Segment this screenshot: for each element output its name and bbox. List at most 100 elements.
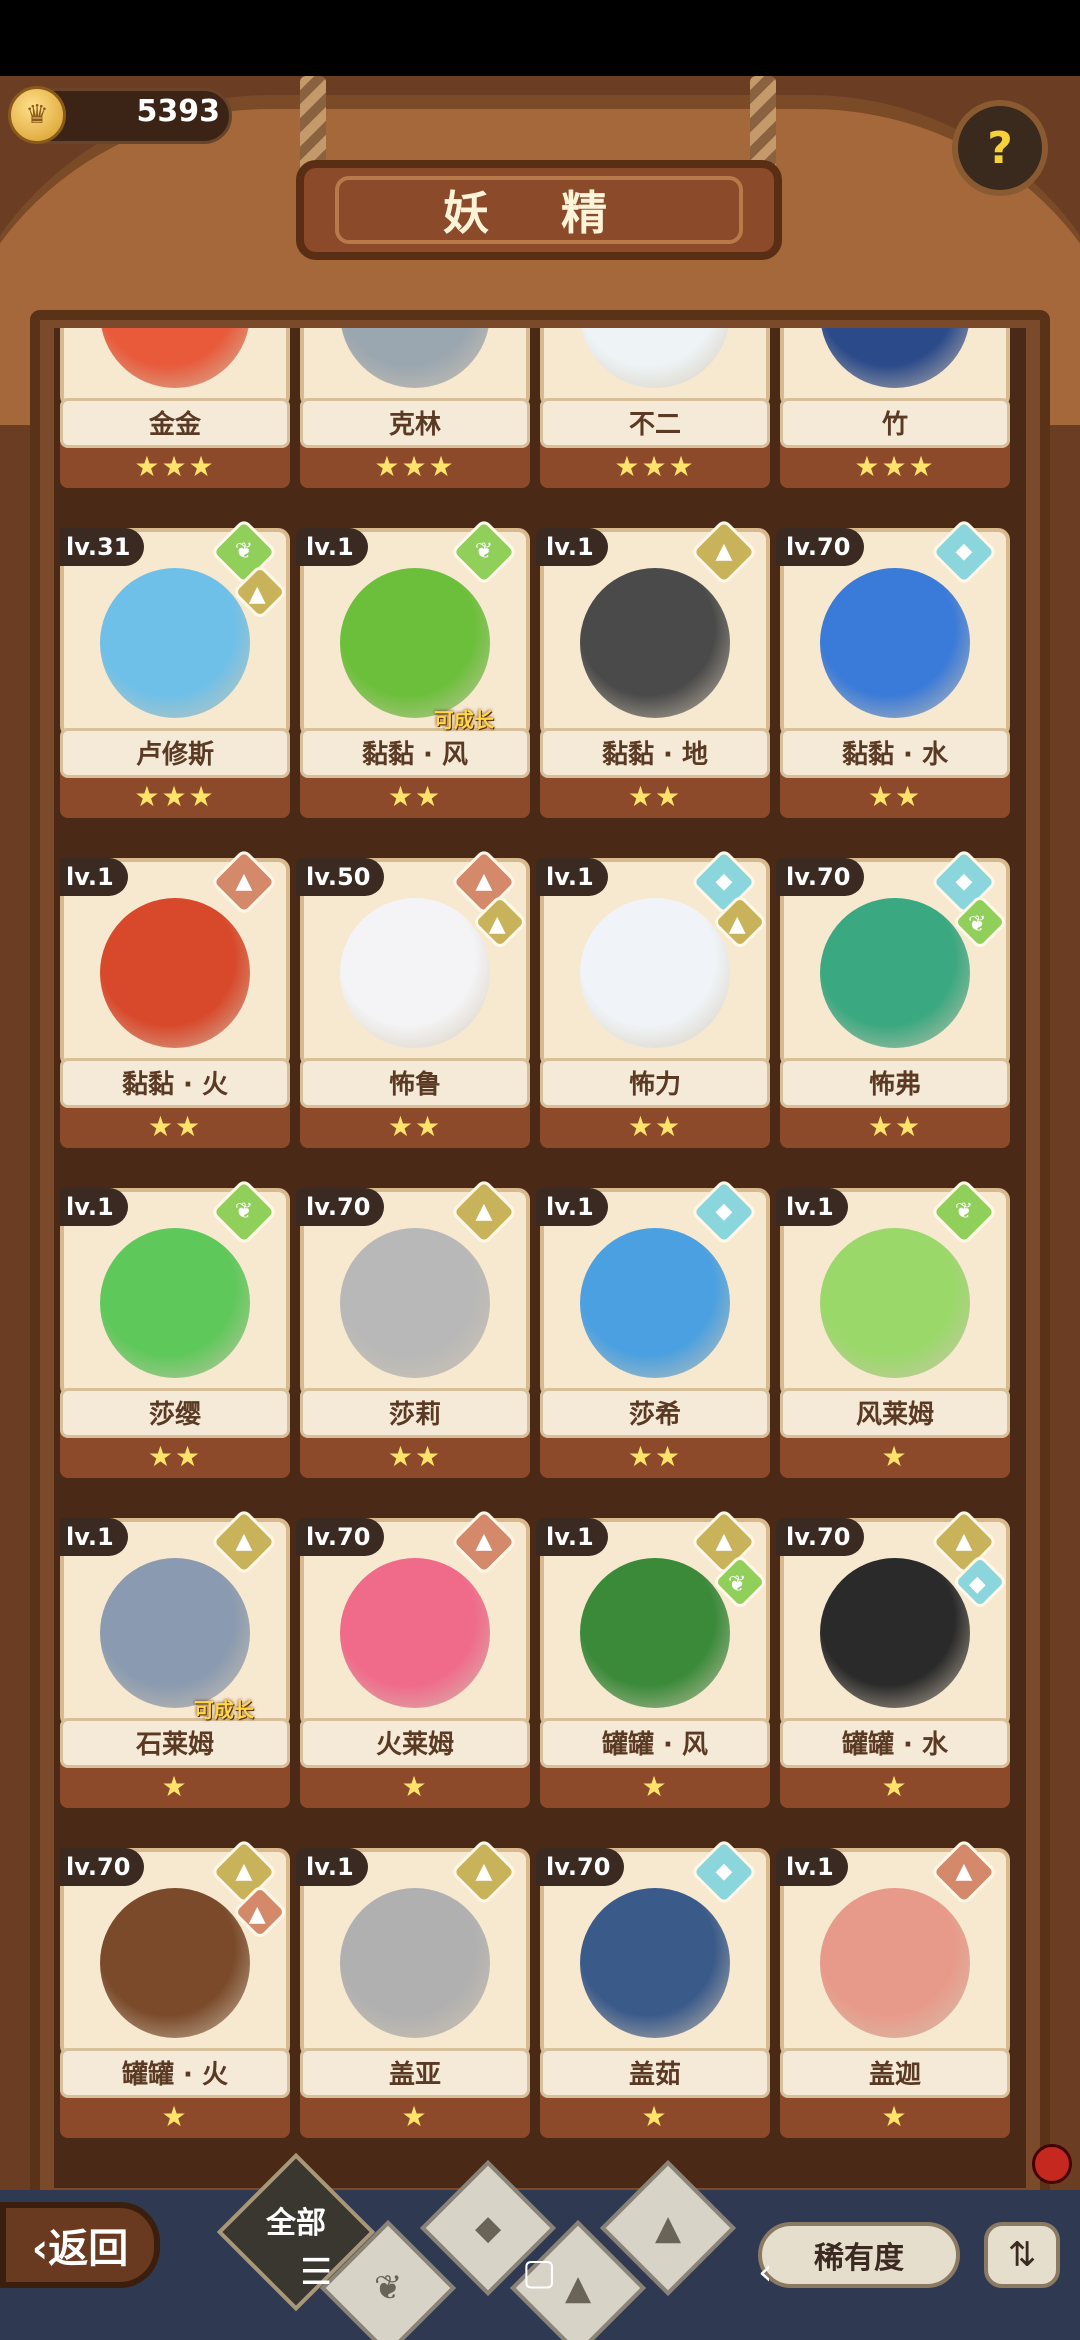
- fairy-name: 盖迦: [868, 2060, 921, 2090]
- fairy-card[interactable]: 石莱姆 ★ lv.1 ▲ 可成长: [60, 1508, 290, 1818]
- fairy-name: 盖亚: [388, 2060, 441, 2090]
- star-rating: ★: [881, 2100, 909, 2133]
- fairy-portrait: [340, 1888, 490, 2038]
- fairy-portrait: [580, 1888, 730, 2038]
- leaf-icon: ❦: [373, 2268, 403, 2308]
- star-rating: ★★: [867, 1110, 923, 1143]
- level-badge: lv.70: [296, 1188, 385, 1226]
- fairy-portrait: [100, 898, 250, 1048]
- fairy-portrait: [580, 568, 730, 718]
- fairy-portrait: [340, 898, 490, 1048]
- level-badge: lv.50: [296, 858, 385, 896]
- fairy-name: 黏黏 · 风: [362, 740, 468, 770]
- star-rating: ★: [881, 1770, 909, 1803]
- fairy-card[interactable]: 黏黏 · 火 ★★ lv.1 ▲: [60, 848, 290, 1158]
- fairy-card[interactable]: 莎缨 ★★ lv.1 ❦: [60, 1178, 290, 1488]
- fairy-name: 不二: [628, 410, 681, 440]
- level-badge: lv.1: [60, 1188, 128, 1226]
- fairy-portrait: [820, 898, 970, 1048]
- fairy-name: 怖弗: [868, 1070, 921, 1100]
- fairy-portrait: [820, 1888, 970, 2038]
- fairy-portrait: [100, 1228, 250, 1378]
- fairy-card[interactable]: 风莱姆 ★ lv.1 ❦: [776, 1178, 1010, 1488]
- fairy-name: 黏黏 · 地: [602, 740, 708, 770]
- fairy-card[interactable]: 黏黏 · 水 ★★ lv.70 ◆: [776, 518, 1010, 828]
- fairy-card[interactable]: 克林 ★★★: [300, 328, 530, 498]
- fairy-portrait: [580, 1558, 730, 1708]
- star-rating: ★: [641, 1770, 669, 1803]
- fairy-name: 怖鲁: [388, 1070, 441, 1100]
- fairy-card[interactable]: 罐罐 · 水 ★ lv.70 ▲ ◆: [776, 1508, 1010, 1818]
- level-badge: lv.70: [776, 528, 865, 566]
- star-rating: ★★: [387, 780, 443, 813]
- fairy-card[interactable]: 莎莉 ★★ lv.70 ▲: [296, 1178, 530, 1488]
- fairy-card[interactable]: 怖力 ★★ lv.1 ◆ ▲: [536, 848, 770, 1158]
- nav-home-key[interactable]: ▢: [522, 2252, 556, 2293]
- star-rating: ★: [401, 1770, 429, 1803]
- fairy-card[interactable]: 金金 ★★★: [60, 328, 290, 498]
- level-badge: lv.70: [776, 1518, 865, 1556]
- ladybug-icon[interactable]: [1032, 2144, 1072, 2184]
- fairy-card[interactable]: 竹 ★★★: [780, 328, 1010, 498]
- star-rating: ★★: [627, 780, 683, 813]
- star-rating: ★: [161, 2100, 189, 2133]
- fairy-name: 罐罐 · 风: [602, 1730, 708, 1760]
- star-rating: ★★★: [374, 450, 456, 483]
- fairy-card[interactable]: 怖鲁 ★★ lv.50 ▲ ▲: [296, 848, 530, 1158]
- help-button[interactable]: ?: [952, 100, 1048, 196]
- level-badge: lv.1: [536, 528, 608, 566]
- fairy-portrait: [580, 1228, 730, 1378]
- fairy-portrait: [100, 1558, 250, 1708]
- fairy-card[interactable]: 盖亚 ★ lv.1 ▲: [296, 1838, 530, 2148]
- fairy-card[interactable]: 黏黏 · 地 ★★ lv.1 ▲: [536, 518, 770, 828]
- star-rating: ★★★: [134, 450, 216, 483]
- level-badge: lv.1: [60, 858, 128, 896]
- fairy-name: 黏黏 · 水: [842, 740, 948, 770]
- back-button[interactable]: ‹返回: [0, 2202, 160, 2288]
- fairy-card[interactable]: 盖迦 ★ lv.1 ▲: [776, 1838, 1010, 2148]
- fairy-card-grid[interactable]: 金金 ★★★ 克林 ★★★ 不二 ★★★ 竹 ★★★ 卢修斯 ★★★ lv.31 ❦ ▲ 黏黏 · 风 ★★…: [60, 328, 1020, 2148]
- level-badge: lv.31: [60, 528, 145, 566]
- question-icon: ?: [987, 122, 1013, 174]
- fairy-portrait: [340, 1228, 490, 1378]
- fire-icon: ▲: [654, 2208, 682, 2248]
- rarity-sort-button[interactable]: 稀有度: [758, 2222, 960, 2288]
- fairy-card[interactable]: 黏黏 · 风 ★★ lv.1 ❦ 可成长: [296, 518, 530, 828]
- fairy-card[interactable]: 盖茹 ★ lv.70 ◆: [536, 1838, 770, 2148]
- fairy-portrait: [820, 568, 970, 718]
- level-badge: lv.70: [776, 858, 865, 896]
- fairy-card[interactable]: 火莱姆 ★ lv.70 ▲: [296, 1508, 530, 1818]
- fairy-name: 莎莉: [388, 1400, 441, 1430]
- fairy-portrait: [100, 568, 250, 718]
- fairy-portrait: [580, 898, 730, 1048]
- level-badge: lv.70: [296, 1518, 385, 1556]
- filter-all-label: 全部: [266, 2206, 326, 2241]
- star-rating: ★★★: [854, 450, 936, 483]
- star-rating: ★★: [147, 1440, 203, 1473]
- level-badge: lv.70: [536, 1848, 625, 1886]
- nav-back-key[interactable]: ‹: [758, 2252, 772, 2293]
- fairy-card[interactable]: 怖弗 ★★ lv.70 ◆ ❦: [776, 848, 1010, 1158]
- star-rating: ★★: [867, 780, 923, 813]
- fairy-name: 石莱姆: [135, 1730, 214, 1760]
- fairy-portrait: [820, 1228, 970, 1378]
- level-badge: lv.1: [536, 858, 608, 896]
- star-rating: ★: [881, 1440, 909, 1473]
- star-rating: ★★★: [614, 450, 696, 483]
- fairy-name: 卢修斯: [135, 740, 214, 770]
- fairy-card[interactable]: 罐罐 · 火 ★ lv.70 ▲ ▲: [60, 1838, 290, 2148]
- game-screen: 妖 精 ♛ 5393 ? 金金 ★★★ 克林 ★★★ 不二 ★★★ 竹 ★★★ 卢修斯 ★★★ lv…: [0, 0, 1080, 2340]
- fairy-card[interactable]: 罐罐 · 风 ★ lv.1 ▲ ❦: [536, 1508, 770, 1818]
- fairy-card[interactable]: 卢修斯 ★★★ lv.31 ❦ ▲: [60, 518, 290, 828]
- sort-order-button[interactable]: ⇅: [984, 2222, 1060, 2288]
- title-board: 妖 精: [296, 160, 782, 260]
- fairy-portrait: [340, 568, 490, 718]
- fairy-card[interactable]: 莎希 ★★ lv.1 ◆: [536, 1178, 770, 1488]
- fairy-portrait: [100, 1888, 250, 2038]
- fairy-name: 莎希: [628, 1400, 681, 1430]
- star-rating: ★: [641, 2100, 669, 2133]
- fairy-portrait: [820, 1558, 970, 1708]
- nav-menu-key[interactable]: ☰: [300, 2252, 332, 2293]
- fairy-card[interactable]: 不二 ★★★: [540, 328, 770, 498]
- level-badge: lv.1: [776, 1188, 848, 1226]
